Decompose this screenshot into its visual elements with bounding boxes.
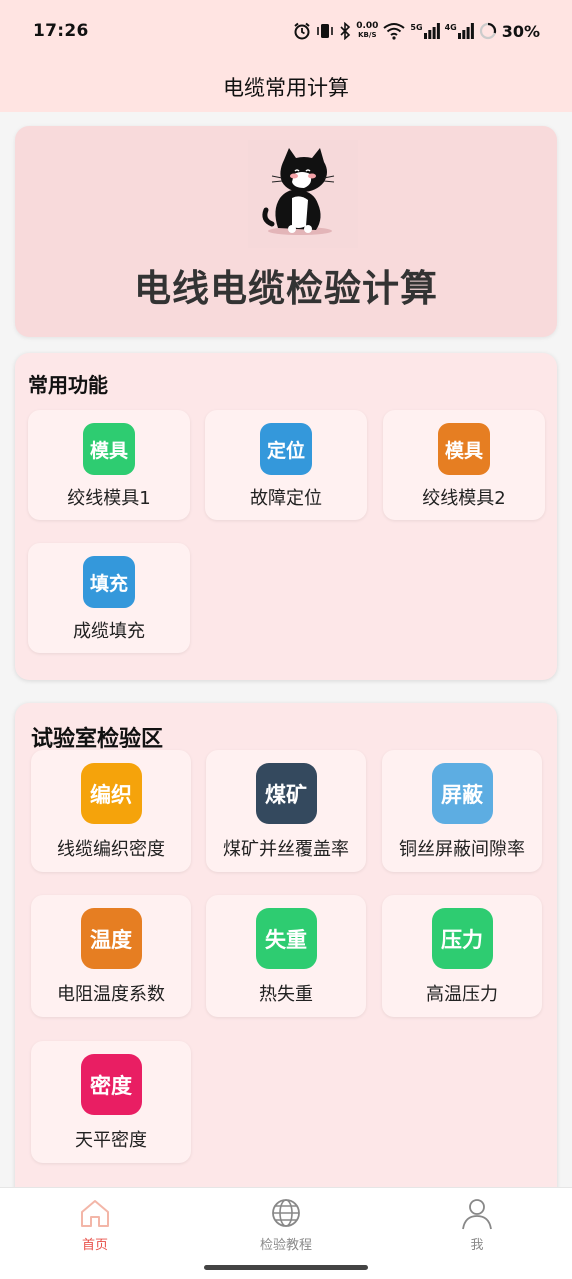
globe-icon <box>272 1199 300 1227</box>
card-label: 线缆编织密度 <box>57 839 165 860</box>
signal-4g: 4G <box>445 23 474 39</box>
speed-unit: KB/S <box>358 31 377 39</box>
status-bar: 17:26 0.00 KB/S 5G 4G 30% <box>0 0 572 62</box>
badge-temperature: 温度 <box>80 908 142 969</box>
card-label: 铜丝屏蔽间隙率 <box>399 839 525 860</box>
app-title-bar: 电缆常用计算 <box>0 62 572 112</box>
card-shield-gap[interactable]: 屏蔽 铜丝屏蔽间隙率 <box>382 750 542 872</box>
battery-percent: 30% <box>501 21 540 41</box>
badge-fill: 填充 <box>83 556 135 608</box>
signal-5g: 5G <box>410 23 440 39</box>
home-indicator[interactable] <box>204 1265 368 1270</box>
nav-home[interactable]: 首页 <box>35 1196 155 1253</box>
card-label: 热失重 <box>259 984 313 1005</box>
section-title-common: 常用功能 <box>28 373 108 397</box>
nav-tutorial[interactable]: 检验教程 <box>226 1196 346 1253</box>
signal-5g-label: 5G <box>410 23 423 32</box>
card-label: 天平密度 <box>75 1130 147 1151</box>
lab-inspection-section: 试验室检验区 编织 线缆编织密度 煤矿 煤矿并丝覆盖率 屏蔽 铜丝屏蔽间隙率 温… <box>15 703 557 1203</box>
badge-mining: 煤矿 <box>255 763 317 824</box>
signal-icon <box>423 23 440 39</box>
cat-illustration <box>248 140 358 248</box>
alarm-icon <box>294 22 310 40</box>
page-title: 电缆常用计算 <box>223 76 349 100</box>
badge-location: 定位 <box>260 423 312 475</box>
badge-mold: 模具 <box>83 423 135 475</box>
battery-ring-icon <box>479 22 496 40</box>
nav-tutorial-label: 检验教程 <box>259 1238 312 1253</box>
signal-icon <box>457 23 474 39</box>
card-balance-density[interactable]: 密度 天平密度 <box>31 1041 191 1163</box>
badge-shield: 屏蔽 <box>431 763 493 824</box>
speed-value: 0.00 <box>356 21 379 31</box>
person-icon <box>462 1199 492 1230</box>
status-icons: 0.00 KB/S 5G 4G 30% <box>293 22 540 41</box>
banner-card: 电线电缆检验计算 <box>15 126 557 337</box>
badge-mold: 模具 <box>438 423 490 475</box>
common-functions-section: 常用功能 模具 绞线模具1 定位 故障定位 模具 绞线模具2 填充 成缆填充 <box>15 353 557 680</box>
card-cable-filling[interactable]: 填充 成缆填充 <box>28 543 190 653</box>
card-temp-coefficient[interactable]: 温度 电阻温度系数 <box>31 895 191 1017</box>
section-title-lab: 试验室检验区 <box>31 727 164 752</box>
card-braid-density[interactable]: 编织 线缆编织密度 <box>31 750 191 872</box>
signal-4g-label: 4G <box>444 23 457 32</box>
card-mining-coverage[interactable]: 煤矿 煤矿并丝覆盖率 <box>206 750 366 872</box>
wifi-icon <box>383 23 406 40</box>
card-label: 故障定位 <box>250 488 322 509</box>
bluetooth-icon <box>340 22 351 40</box>
banner-title: 电线电缆检验计算 <box>134 267 438 310</box>
nav-me-label: 我 <box>470 1238 484 1253</box>
card-label: 电阻温度系数 <box>57 984 165 1005</box>
card-fault-location[interactable]: 定位 故障定位 <box>205 410 367 520</box>
badge-weight-loss: 失重 <box>255 908 317 969</box>
badge-density: 密度 <box>80 1054 142 1115</box>
card-label: 煤矿并丝覆盖率 <box>223 839 349 860</box>
vibrate-icon <box>317 24 334 38</box>
badge-braid: 编织 <box>80 763 142 824</box>
nav-home-label: 首页 <box>81 1238 108 1253</box>
nav-me[interactable]: 我 <box>417 1196 537 1253</box>
card-strand-mold-2[interactable]: 模具 绞线模具2 <box>383 410 545 520</box>
card-high-temp-pressure[interactable]: 压力 高温压力 <box>382 895 542 1017</box>
card-thermal-weight-loss[interactable]: 失重 热失重 <box>206 895 366 1017</box>
card-strand-mold-1[interactable]: 模具 绞线模具1 <box>28 410 190 520</box>
card-label: 绞线模具2 <box>422 488 506 509</box>
card-label: 高温压力 <box>426 984 498 1005</box>
card-label: 绞线模具1 <box>67 488 151 509</box>
badge-pressure: 压力 <box>431 908 493 969</box>
status-time: 17:26 <box>33 21 89 41</box>
card-label: 成缆填充 <box>73 621 145 642</box>
network-speed: 0.00 KB/S <box>356 22 378 40</box>
home-icon <box>81 1200 109 1227</box>
